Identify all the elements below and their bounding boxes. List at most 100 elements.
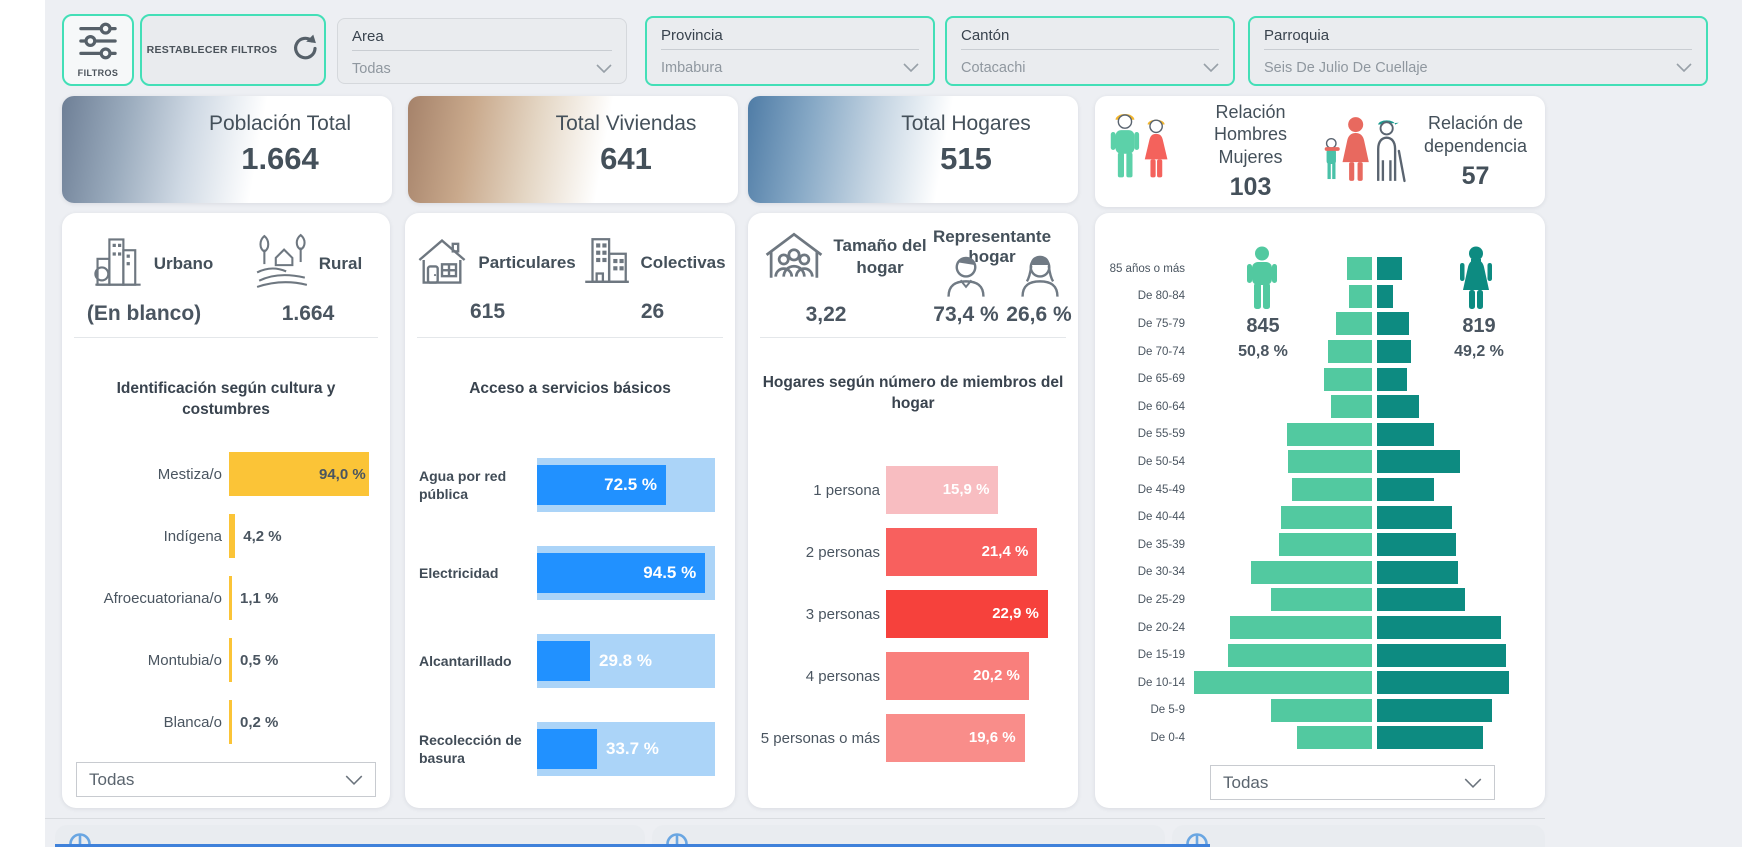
ratio-card: Relación Hombres Mujeres 103 [1095,96,1545,207]
male-bar-zone [1194,726,1372,749]
rural-icon [253,233,311,294]
restablecer-filtros-button[interactable]: RESTABLECER FILTROS [140,14,326,86]
bar-category-label: 2 personas [754,544,886,561]
female-bar-zone [1377,561,1509,584]
female-bar[interactable] [1377,533,1456,556]
female-bar[interactable] [1377,478,1434,501]
age-group-label: De 80-84 [1101,290,1194,302]
male-bar[interactable] [1288,450,1372,473]
pyramid-row: De 40-44 [1101,503,1539,531]
servicios-chart-title: Acceso a servicios básicos [405,379,735,400]
female-bar[interactable] [1377,561,1458,584]
age-group-label: De 70-74 [1101,346,1194,358]
male-total: 845 [1221,315,1305,338]
pyramid-row: De 20-24 [1101,614,1539,642]
female-bar[interactable] [1377,699,1492,722]
male-bar[interactable] [1271,699,1372,722]
bar[interactable] [229,576,232,620]
male-bar[interactable] [1349,285,1372,308]
dropdown-canton[interactable]: Cantón Cotacachi [945,16,1235,86]
bar[interactable]: 15,9 % [886,466,998,514]
family-dependency-icon [1320,113,1412,190]
bar-value-label: 94,0 % [319,466,366,483]
filtros-button[interactable]: FILTROS [62,14,134,86]
male-bar[interactable] [1297,726,1372,749]
ratio-title: Relación Hombres Mujeres [1181,101,1320,169]
cultura-dropdown[interactable]: Todas [76,762,376,797]
piramide-dropdown[interactable]: Todas [1210,765,1495,800]
male-bar-zone [1194,395,1372,418]
bar[interactable] [537,729,597,769]
female-percent: 49,2 % [1437,343,1521,361]
bar-category-label: Mestiza/o [70,466,229,483]
card-viviendas-servicios: Particulares [405,213,735,808]
bar[interactable] [229,700,232,744]
bar-track[interactable]: 33.7 % [537,722,715,776]
female-bar-zone [1377,533,1509,556]
male-bar[interactable] [1324,368,1372,391]
female-bar[interactable] [1377,644,1506,667]
bar-track[interactable]: 29.8 % [537,634,715,688]
male-bar[interactable] [1271,588,1372,611]
female-bar[interactable] [1377,368,1407,391]
female-bar[interactable] [1377,312,1409,335]
bar-category-label: 5 personas o más [754,730,886,747]
pyramid-row: De 50-54 [1101,448,1539,476]
chart-row: Alcantarillado29.8 % [419,617,729,705]
female-bar[interactable] [1377,423,1434,446]
ratio-value: 103 [1181,173,1320,202]
dropdown-parroquia[interactable]: Parroquia Seis De Julio De Cuellaje [1248,16,1708,86]
female-bar[interactable] [1377,506,1452,529]
male-bar[interactable] [1347,257,1372,280]
bar-track[interactable]: 72.5 % [537,458,715,512]
female-bar[interactable] [1377,285,1393,308]
age-group-label: 85 años o más [1101,263,1194,275]
tamano-hogar-value: 3,22 [766,303,886,327]
bar[interactable] [229,638,232,682]
piramide-dropdown-value: Todas [1223,773,1268,793]
female-bar[interactable] [1377,450,1460,473]
kpi-title: Total Viviendas [528,112,724,136]
chart-row: Afroecuatoriana/o1,1 % [70,567,382,629]
male-bar[interactable] [1328,340,1373,363]
male-bar[interactable] [1287,423,1372,446]
female-bar[interactable] [1377,726,1483,749]
female-bar[interactable] [1377,340,1411,363]
bar[interactable]: 19,6 % [886,714,1025,762]
female-bar[interactable] [1377,671,1509,694]
bar[interactable]: 22,9 % [886,590,1048,638]
card-area-cultura: Urbano [62,213,390,808]
male-bar-zone [1194,616,1372,639]
female-bar[interactable] [1377,588,1465,611]
age-group-label: De 65-69 [1101,373,1194,385]
bar[interactable] [537,641,590,681]
male-bar[interactable] [1194,671,1372,694]
female-bar-zone [1377,726,1509,749]
bar[interactable] [229,514,235,558]
bar[interactable]: 20,2 % [886,652,1029,700]
kpi-value: 641 [528,141,724,177]
ratio-value: 57 [1418,162,1533,191]
male-bar[interactable] [1292,478,1372,501]
female-bar[interactable] [1377,257,1402,280]
male-bar[interactable] [1279,533,1372,556]
male-bar[interactable] [1230,616,1372,639]
male-bar[interactable] [1281,506,1372,529]
female-bar-zone [1377,368,1509,391]
male-bar[interactable] [1251,561,1372,584]
pyramid-row: De 35-39 [1101,531,1539,559]
bar-value-label: 94.5 % [643,553,696,593]
male-bar[interactable] [1331,395,1372,418]
dropdown-parroquia-value: Seis De Julio De Cuellaje [1264,60,1428,76]
divider [760,337,1066,338]
bar[interactable]: 21,4 % [886,528,1037,576]
male-bar[interactable] [1228,644,1372,667]
dropdown-provincia[interactable]: Provincia Imbabura [645,16,935,86]
female-bar[interactable] [1377,616,1501,639]
dropdown-area[interactable]: Area Todas [337,18,627,84]
female-bar[interactable] [1377,395,1419,418]
bar-track[interactable]: 94.5 % [537,546,715,600]
male-bar[interactable] [1336,312,1372,335]
miembros-chart: 1 persona15,9 %2 personas21,4 %3 persona… [754,459,1072,769]
female-bar-zone [1377,478,1509,501]
